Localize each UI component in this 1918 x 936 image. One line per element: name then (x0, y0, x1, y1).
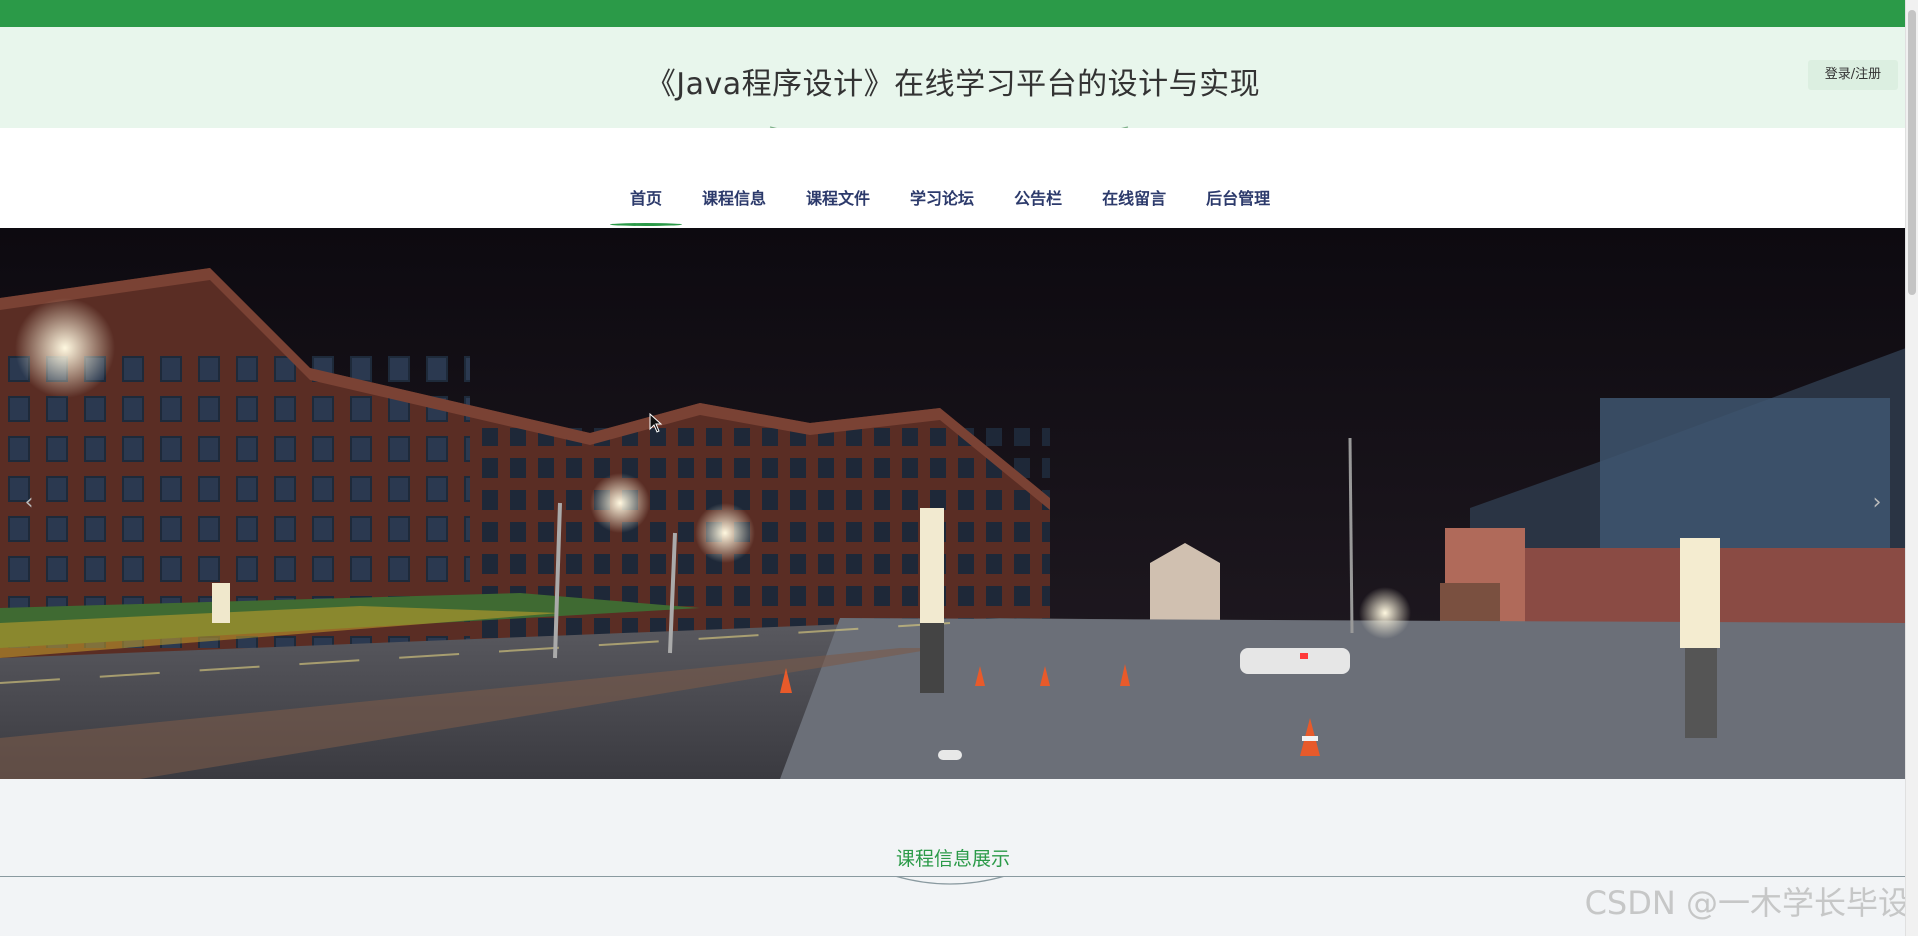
watermark-text: CSDN @一木学长毕设 (1584, 884, 1910, 922)
carousel-prev-button[interactable]: ‹ (14, 483, 44, 523)
section-title-course-info: 课程信息展示 (895, 848, 1010, 870)
nav-item-course-info[interactable]: 课程信息 (682, 178, 786, 220)
site-title: 《Java程序设计》在线学习平台的设计与实现 (645, 67, 1261, 102)
nav-item-label: 公告栏 (1014, 189, 1063, 208)
main-nav: 首页 课程信息 课程文件 学习论坛 公告栏 在线留言 后台管理 (610, 178, 1290, 226)
nav-item-admin[interactable]: 后台管理 (1186, 178, 1290, 220)
nav-item-home[interactable]: 首页 (610, 178, 683, 226)
site-header: 《Java程序设计》在线学习平台的设计与实现 登录/注册 (0, 27, 1906, 129)
banner-image (0, 228, 1906, 779)
banner-carousel[interactable]: ‹ › (0, 228, 1906, 779)
carousel-next-button[interactable]: › (1862, 483, 1892, 523)
mouse-cursor-icon (649, 413, 663, 433)
nav-item-label: 课程信息 (702, 189, 767, 208)
page: 《Java程序设计》在线学习平台的设计与实现 登录/注册 首页 课程信息 课程文… (0, 0, 1918, 936)
nav-bar: 首页 课程信息 课程文件 学习论坛 公告栏 在线留言 后台管理 (0, 128, 1906, 228)
page-scrollbar[interactable] (1905, 0, 1918, 936)
nav-item-announcements[interactable]: 公告栏 (994, 178, 1082, 220)
nav-item-label: 首页 (630, 189, 663, 208)
nav-item-label: 在线留言 (1102, 189, 1167, 208)
nav-item-messages[interactable]: 在线留言 (1082, 178, 1186, 220)
carousel-indicator-dot[interactable] (938, 750, 962, 760)
login-register-button[interactable]: 登录/注册 (1808, 60, 1898, 90)
top-color-bar (0, 0, 1906, 27)
nav-item-label: 课程文件 (806, 189, 871, 208)
nav-item-label: 学习论坛 (910, 189, 975, 208)
nav-item-forum[interactable]: 学习论坛 (890, 178, 994, 220)
nav-item-label: 后台管理 (1206, 189, 1271, 208)
scrollbar-thumb[interactable] (1908, 10, 1916, 295)
nav-item-course-files[interactable]: 课程文件 (786, 178, 890, 220)
